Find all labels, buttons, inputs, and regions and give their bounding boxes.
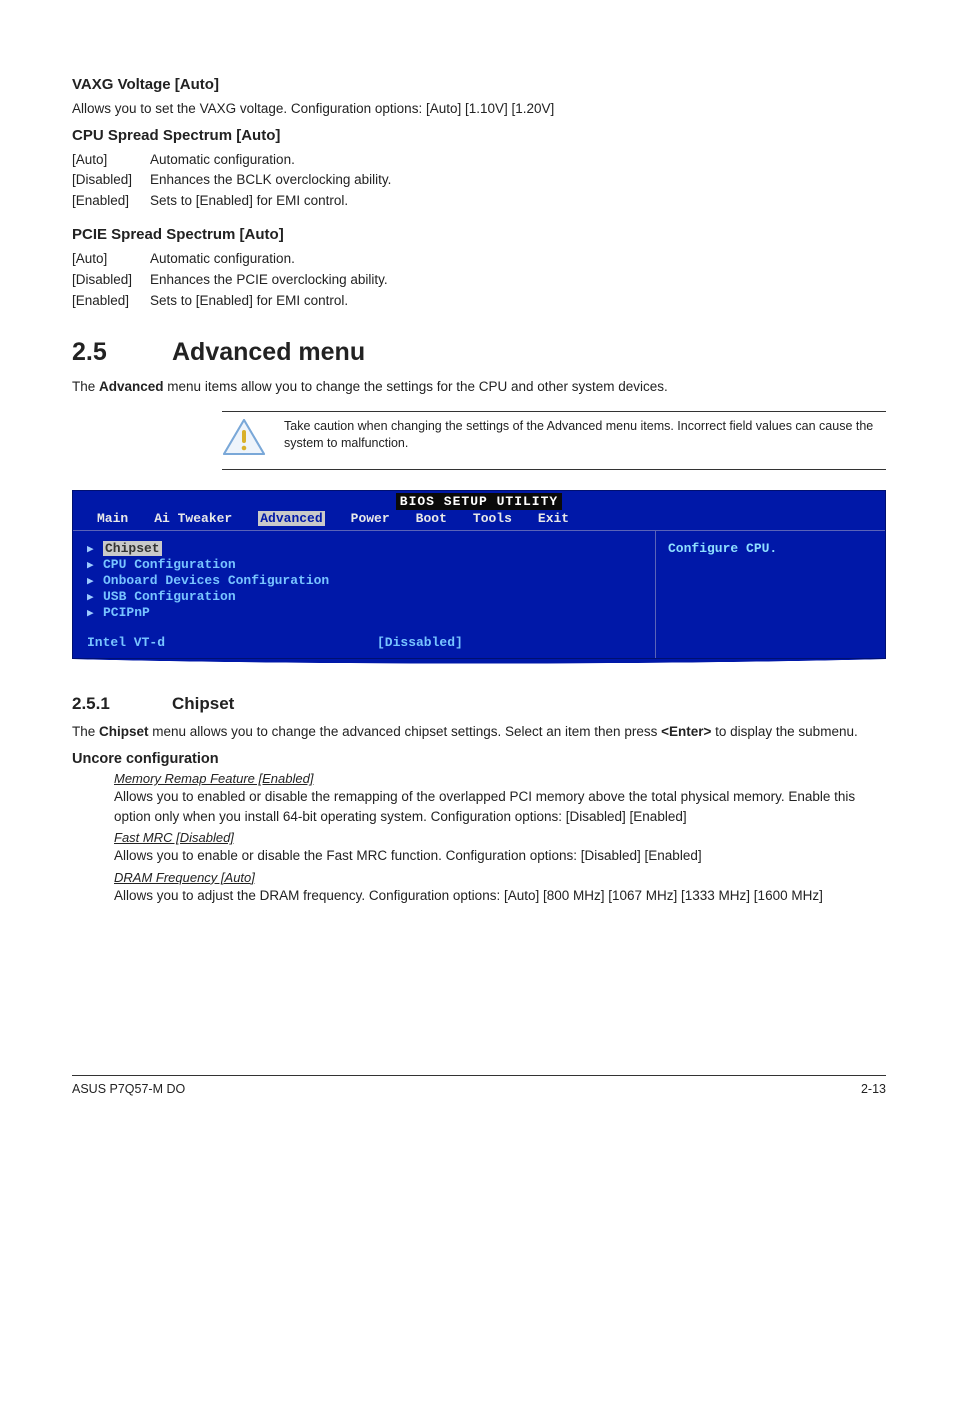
opt-key: [Enabled]: [72, 191, 150, 212]
bios-setting-value: [Dissabled]: [377, 635, 463, 650]
label: CPU Configuration: [103, 557, 236, 572]
options-pcie-spread: [Auto]Automatic configuration. [Disabled…: [72, 249, 886, 312]
triangle-right-icon: ▶: [87, 590, 103, 604]
bios-menu-item: ▶USB Configuration: [87, 589, 641, 605]
heading-2-5: 2.5 Advanced menu: [72, 338, 886, 367]
bios-tab: Power: [351, 511, 390, 526]
caution-icon: [222, 418, 266, 463]
caution-text: Take caution when changing the settings …: [284, 418, 886, 453]
uncore-items: Memory Remap Feature [Enabled] Allows yo…: [72, 771, 886, 905]
t: menu items allow you to change the setti…: [164, 379, 668, 394]
heading-vaxg: VAXG Voltage [Auto]: [72, 76, 886, 93]
t: Advanced: [99, 379, 164, 394]
page-footer: ASUS P7Q57-M DO 2-13: [72, 1075, 886, 1096]
item-body: Allows you to adjust the DRAM frequency.…: [114, 886, 886, 906]
heading-number: 2.5: [72, 338, 172, 367]
heading-cpu-spread: CPU Spread Spectrum [Auto]: [72, 127, 886, 144]
opt-val: Enhances the PCIE overclocking ability.: [150, 270, 388, 291]
bios-tab: Ai Tweaker: [154, 511, 232, 526]
heading-number: 2.5.1: [72, 694, 172, 714]
t: Chipset: [99, 724, 149, 739]
bios-menu-item: ▶Onboard Devices Configuration: [87, 573, 641, 589]
options-cpu-spread: [Auto]Automatic configuration. [Disabled…: [72, 150, 886, 213]
opt-val: Enhances the BCLK overclocking ability.: [150, 170, 391, 191]
item-body: Allows you to enable or disable the Fast…: [114, 846, 886, 866]
t: menu allows you to change the advanced c…: [149, 724, 662, 739]
triangle-right-icon: ▶: [87, 558, 103, 572]
opt-key: [Disabled]: [72, 270, 150, 291]
label: USB Configuration: [103, 589, 236, 604]
footer-left: ASUS P7Q57-M DO: [72, 1082, 185, 1096]
item-title: Memory Remap Feature [Enabled]: [114, 771, 886, 786]
opt-val: Automatic configuration.: [150, 150, 295, 171]
bios-tab: Exit: [538, 511, 569, 526]
heading-title: Chipset: [172, 694, 234, 714]
heading-uncore: Uncore configuration: [72, 751, 886, 767]
bios-menu-item: ▶PCIPnP: [87, 605, 641, 621]
label: Chipset: [103, 541, 162, 556]
opt-key: [Auto]: [72, 150, 150, 171]
bios-setting-row: Intel VT-d [Dissabled]: [87, 635, 641, 650]
triangle-right-icon: ▶: [87, 606, 103, 620]
opt-val: Sets to [Enabled] for EMI control.: [150, 191, 348, 212]
caution-callout: Take caution when changing the settings …: [222, 411, 886, 470]
triangle-right-icon: ▶: [87, 574, 103, 588]
opt-val: Sets to [Enabled] for EMI control.: [150, 291, 348, 312]
bios-tabs: Main Ai Tweaker Advanced Power Boot Tool…: [73, 509, 885, 531]
bios-menu-item: ▶CPU Configuration: [87, 557, 641, 573]
opt-val: Automatic configuration.: [150, 249, 295, 270]
t: <Enter>: [661, 724, 711, 739]
bios-title: BIOS SETUP UTILITY: [396, 493, 562, 510]
bios-setting-label: Intel VT-d: [87, 635, 377, 650]
label: Onboard Devices Configuration: [103, 573, 329, 588]
opt-key: [Enabled]: [72, 291, 150, 312]
advmenu-intro: The Advanced menu items allow you to cha…: [72, 377, 886, 397]
bios-tab: Boot: [416, 511, 447, 526]
opt-key: [Auto]: [72, 249, 150, 270]
heading-title: Advanced menu: [172, 338, 365, 367]
item-body: Allows you to enabled or disable the rem…: [114, 787, 886, 826]
label: PCIPnP: [103, 605, 150, 620]
bios-menu: ▶Chipset ▶CPU Configuration ▶Onboard Dev…: [87, 541, 641, 621]
t: The: [72, 724, 99, 739]
footer-right: 2-13: [861, 1082, 886, 1096]
bios-screenshot: BIOS SETUP UTILITY Main Ai Tweaker Advan…: [72, 490, 886, 672]
chipset-intro: The Chipset menu allows you to change th…: [72, 722, 886, 742]
item-title: Fast MRC [Disabled]: [114, 830, 886, 845]
heading-2-5-1: 2.5.1 Chipset: [72, 694, 886, 714]
bios-tab: Tools: [473, 511, 512, 526]
text-vaxg: Allows you to set the VAXG voltage. Conf…: [72, 99, 886, 119]
t: The: [72, 379, 99, 394]
t: to display the submenu.: [711, 724, 857, 739]
bios-tab: Main: [97, 511, 128, 526]
opt-key: [Disabled]: [72, 170, 150, 191]
heading-pcie-spread: PCIE Spread Spectrum [Auto]: [72, 226, 886, 243]
bios-help-text: Configure CPU.: [656, 531, 885, 658]
bios-tab-active: Advanced: [258, 511, 324, 526]
triangle-right-icon: ▶: [87, 542, 103, 556]
item-title: DRAM Frequency [Auto]: [114, 870, 886, 885]
bios-menu-item: ▶Chipset: [87, 541, 641, 557]
